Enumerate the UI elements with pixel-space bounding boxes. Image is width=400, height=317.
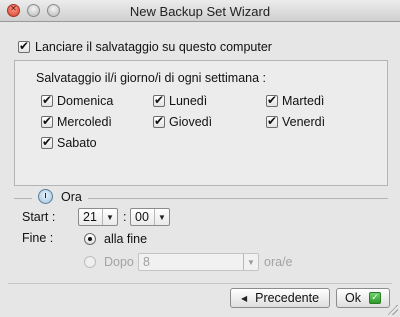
time-group-title: Ora	[61, 189, 82, 204]
day-checkbox-sabato[interactable]	[41, 135, 53, 149]
day-option-giovedi[interactable]: Giovedì	[153, 114, 213, 129]
start-label: Start :	[22, 210, 56, 224]
window-title: New Backup Set Wizard	[129, 4, 271, 19]
day-option-sabato[interactable]: Sabato	[41, 135, 97, 150]
day-checkbox-venerdi[interactable]	[266, 114, 278, 128]
chevron-down-icon[interactable]: ▼	[243, 254, 258, 270]
start-minute-value: 00	[135, 210, 149, 224]
day-checkbox-lunedi[interactable]	[153, 93, 165, 107]
end-after-hours-value: 8	[143, 255, 150, 269]
day-label-martedi: Martedì	[282, 94, 325, 108]
day-label-domenica: Domenica	[57, 94, 114, 108]
day-option-domenica[interactable]: Domenica	[41, 93, 114, 108]
day-checkbox-martedi[interactable]	[266, 93, 278, 107]
start-hour-select[interactable]: 21 ▼	[78, 208, 118, 226]
day-option-lunedi[interactable]: Lunedì	[153, 93, 208, 108]
footer-divider	[8, 283, 392, 284]
day-checkbox-domenica[interactable]	[41, 93, 53, 107]
end-label: Fine :	[22, 231, 54, 245]
time-group: Ora Start : 21 ▼ : 00 ▼ Fine : alla fine…	[14, 189, 388, 280]
start-hour-value: 21	[83, 210, 97, 224]
check-icon: ✓	[368, 292, 381, 304]
day-label-venerdi: Venerdì	[282, 115, 326, 129]
day-label-lunedi: Lunedì	[169, 94, 208, 108]
time-separator: :	[123, 210, 127, 224]
end-at-end-radio[interactable]	[84, 233, 96, 245]
day-checkbox-mercoledi[interactable]	[41, 114, 53, 128]
resize-grip[interactable]	[388, 305, 398, 315]
ok-button[interactable]: Ok ✓	[336, 288, 390, 308]
day-checkbox-giovedi[interactable]	[153, 114, 165, 128]
end-option-at-end[interactable]: alla fine	[84, 232, 147, 246]
end-after-radio[interactable]	[84, 256, 96, 268]
arrow-left-icon: ◀	[240, 293, 248, 303]
start-minute-select[interactable]: 00 ▼	[130, 208, 170, 226]
day-option-venerdi[interactable]: Venerdì	[266, 114, 326, 129]
run-on-computer-checkbox[interactable]	[18, 39, 30, 53]
backup-wizard-window: New Backup Set Wizard Lanciare il salvat…	[0, 0, 400, 317]
previous-button-label: Precedente	[255, 291, 320, 305]
previous-button[interactable]: ◀ Precedente	[230, 288, 330, 308]
run-on-computer-option[interactable]: Lanciare il salvataggio su questo comput…	[18, 39, 272, 55]
day-label-giovedi: Giovedì	[169, 115, 213, 129]
title-bar: New Backup Set Wizard	[0, 0, 400, 22]
chevron-down-icon[interactable]: ▼	[154, 209, 169, 225]
weekdays-panel: Salvataggio il/i giorno/i di ogni settim…	[14, 60, 388, 186]
day-label-sabato: Sabato	[57, 136, 97, 150]
end-at-end-label: alla fine	[104, 232, 148, 246]
end-after-hours-select[interactable]: 8 ▼	[138, 253, 259, 271]
time-group-legend: Ora	[32, 189, 88, 204]
end-after-unit: ora/e	[264, 255, 293, 269]
ok-button-label: Ok	[345, 291, 361, 305]
chevron-down-icon[interactable]: ▼	[102, 209, 117, 225]
day-option-martedi[interactable]: Martedì	[266, 93, 325, 108]
day-option-mercoledi[interactable]: Mercoledì	[41, 114, 112, 129]
clock-icon	[38, 189, 53, 204]
end-after-label: Dopo	[104, 255, 134, 269]
weekdays-heading: Salvataggio il/i giorno/i di ogni settim…	[36, 71, 266, 85]
day-label-mercoledi: Mercoledì	[57, 115, 112, 129]
end-option-after[interactable]: Dopo	[84, 255, 134, 269]
run-on-computer-label: Lanciare il salvataggio su questo comput…	[35, 40, 272, 54]
